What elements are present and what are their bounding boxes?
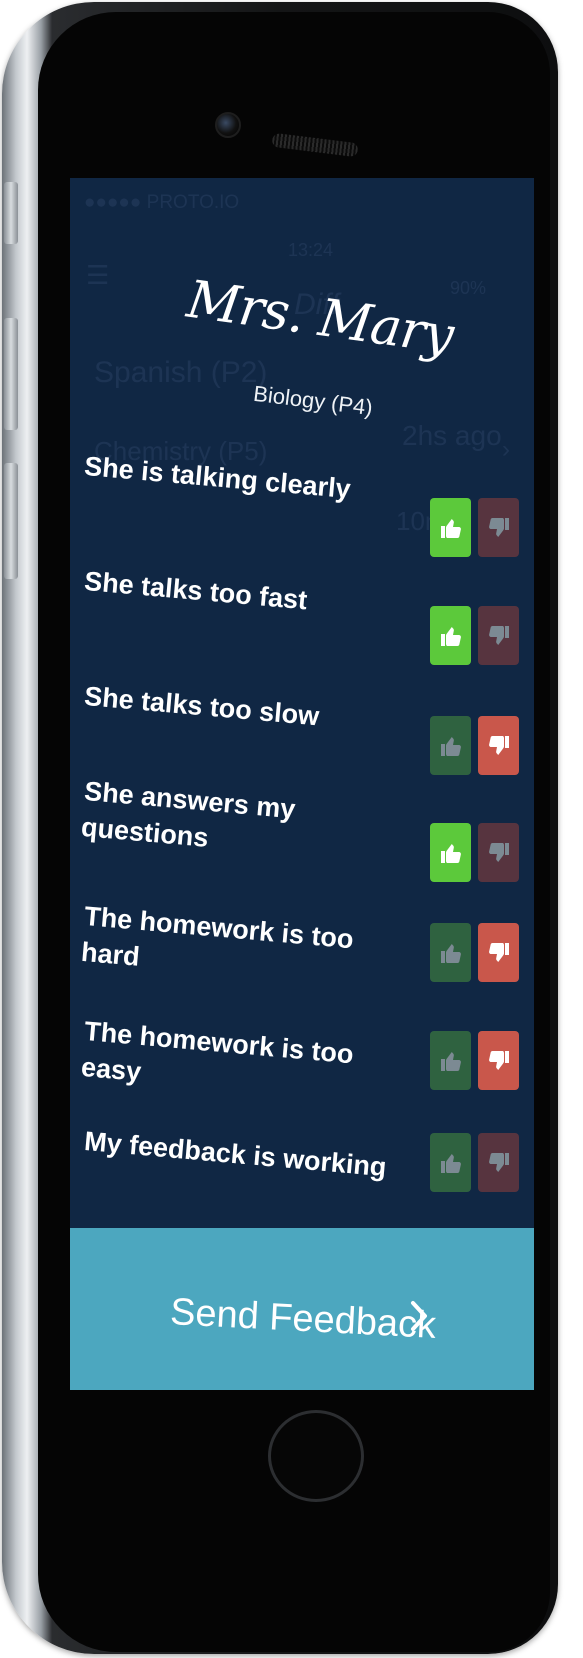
- thumbs-down-icon: [488, 625, 509, 645]
- menu-icon: ☰: [86, 260, 110, 290]
- volume-up-button: [4, 318, 18, 430]
- thumbs-down-button[interactable]: [478, 716, 519, 775]
- question-text: She talks too slow: [83, 680, 321, 732]
- background-class-row-1: Spanish (P2): [94, 356, 268, 389]
- volume-down-button: [4, 463, 18, 579]
- thumbs-down-button[interactable]: [478, 606, 519, 665]
- front-camera: [215, 112, 241, 138]
- teacher-name: Mrs. Mary: [183, 269, 457, 367]
- mute-switch: [4, 182, 18, 244]
- thumbs-down-button[interactable]: [478, 923, 519, 982]
- thumbs-up-button[interactable]: [430, 1031, 471, 1090]
- thumbs-up-icon: [440, 843, 461, 863]
- send-feedback-button[interactable]: Send Feedback: [70, 1228, 534, 1390]
- class-name: Biology (P4): [252, 380, 375, 421]
- question-text: The homework is too hard: [79, 900, 355, 972]
- thumbs-down-button[interactable]: [478, 1031, 519, 1090]
- thumbs-up-button[interactable]: [430, 1133, 471, 1192]
- thumbs-up-button[interactable]: [430, 498, 471, 557]
- thumbs-down-button[interactable]: [478, 498, 519, 557]
- app-screen: ●●●●● PROTO.IO 13:24 90% ☰ Diff Spanish …: [70, 178, 534, 1390]
- status-carrier: ●●●●● PROTO.IO: [84, 192, 240, 213]
- status-battery: 90%: [450, 278, 487, 298]
- thumbs-up-icon: [440, 518, 461, 538]
- chevron-right-icon: [411, 1301, 427, 1331]
- thumbs-down-button[interactable]: [478, 823, 519, 882]
- thumbs-down-icon: [488, 842, 509, 862]
- thumbs-down-icon: [488, 942, 509, 962]
- thumbs-up-icon: [440, 1153, 461, 1173]
- thumbs-up-button[interactable]: [430, 823, 471, 882]
- question-text: My feedback is working: [83, 1125, 388, 1183]
- thumbs-down-button[interactable]: [478, 1133, 519, 1192]
- thumbs-up-icon: [440, 736, 461, 756]
- thumbs-up-icon: [440, 626, 461, 646]
- thumbs-down-icon: [488, 517, 509, 537]
- thumbs-down-icon: [488, 1152, 509, 1172]
- thumbs-up-icon: [440, 1051, 461, 1071]
- home-button: [268, 1410, 364, 1502]
- thumbs-up-icon: [440, 943, 461, 963]
- chevron-right-icon: ›: [502, 436, 510, 463]
- thumbs-up-button[interactable]: [430, 923, 471, 982]
- status-time: 13:24: [288, 240, 334, 260]
- background-time-row-1: 2hs ago: [402, 420, 502, 451]
- thumbs-up-button[interactable]: [430, 716, 471, 775]
- thumbs-down-icon: [488, 735, 509, 755]
- question-text: She answers my questions: [79, 775, 297, 853]
- thumbs-down-icon: [488, 1050, 509, 1070]
- thumbs-up-button[interactable]: [430, 606, 471, 665]
- send-feedback-label: Send Feedback: [169, 1291, 438, 1347]
- question-text: She talks too fast: [83, 565, 309, 616]
- question-text: The homework is too easy: [79, 1015, 355, 1087]
